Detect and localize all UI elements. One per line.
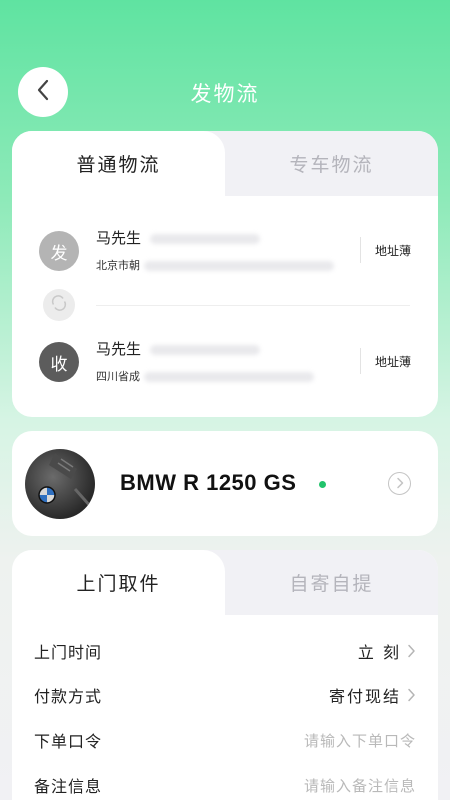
swap-icon (50, 294, 68, 316)
logistics-tabs: 普通物流 专车物流 (12, 131, 438, 196)
receiver-badge: 收 (39, 342, 79, 382)
divider (96, 305, 410, 306)
tab-door-pickup[interactable]: 上门取件 (12, 550, 225, 615)
pickup-time-row[interactable]: 上门时间 立 刻 (34, 629, 416, 673)
divider (360, 237, 361, 263)
vehicle-card[interactable]: BMW R 1250 GS (12, 431, 438, 536)
divider (360, 348, 361, 374)
sender-badge: 发 (39, 231, 79, 271)
receiver-address: 四川省成 (96, 370, 140, 383)
pickup-time-label: 上门时间 (34, 643, 103, 662)
payment-method-value: 寄付现结 (328, 687, 401, 706)
logistics-card: 普通物流 专车物流 发 马先生 北京市朝 地址薄 收 马先生 四川省成 地址薄 (12, 131, 438, 417)
tab-normal-logistics[interactable]: 普通物流 (12, 131, 225, 196)
receiver-address-book-button[interactable]: 地址薄 (375, 353, 411, 370)
chevron-right-icon (407, 688, 416, 702)
pickup-time-value: 立 刻 (357, 643, 401, 662)
pickup-tabs: 上门取件 自寄自提 (12, 550, 438, 615)
payment-method-row[interactable]: 付款方式 寄付现结 (34, 673, 416, 717)
remarks-row: 备注信息 请输入备注信息 (34, 763, 416, 800)
sender-address-row[interactable]: 发 马先生 北京市朝 地址薄 (12, 215, 438, 285)
sender-address-book-button[interactable]: 地址薄 (375, 242, 411, 259)
remarks-input[interactable]: 请输入备注信息 (304, 775, 416, 796)
receiver-name: 马先生 (96, 340, 142, 358)
status-dot (319, 481, 326, 488)
remarks-label: 备注信息 (34, 777, 103, 796)
sender-address-masked (143, 261, 334, 271)
tab-dedicated-logistics[interactable]: 专车物流 (225, 131, 438, 196)
pickup-card: 上门取件 自寄自提 上门时间 立 刻 付款方式 寄付现结 下单口令 请输入下单口… (12, 550, 438, 800)
chevron-right-icon (396, 474, 404, 493)
order-code-input[interactable]: 请输入下单口令 (304, 730, 416, 751)
swap-address-button[interactable] (43, 289, 75, 321)
order-code-row: 下单口令 请输入下单口令 (34, 718, 416, 762)
sender-address: 北京市朝 (96, 259, 140, 272)
receiver-phone-masked (149, 344, 260, 355)
tab-self-dropoff[interactable]: 自寄自提 (225, 550, 438, 615)
receiver-address-masked (143, 372, 314, 382)
vehicle-name: BMW R 1250 GS (120, 470, 297, 495)
payment-method-label: 付款方式 (34, 687, 103, 706)
receiver-address-row[interactable]: 收 马先生 四川省成 地址薄 (12, 326, 438, 396)
sender-name: 马先生 (96, 229, 142, 247)
sender-phone-masked (149, 233, 260, 244)
chevron-right-icon (407, 644, 416, 658)
page-title: 发物流 (190, 82, 260, 106)
order-code-label: 下单口令 (34, 732, 103, 751)
vehicle-detail-button[interactable] (388, 472, 411, 495)
motorcycle-image (25, 449, 95, 519)
